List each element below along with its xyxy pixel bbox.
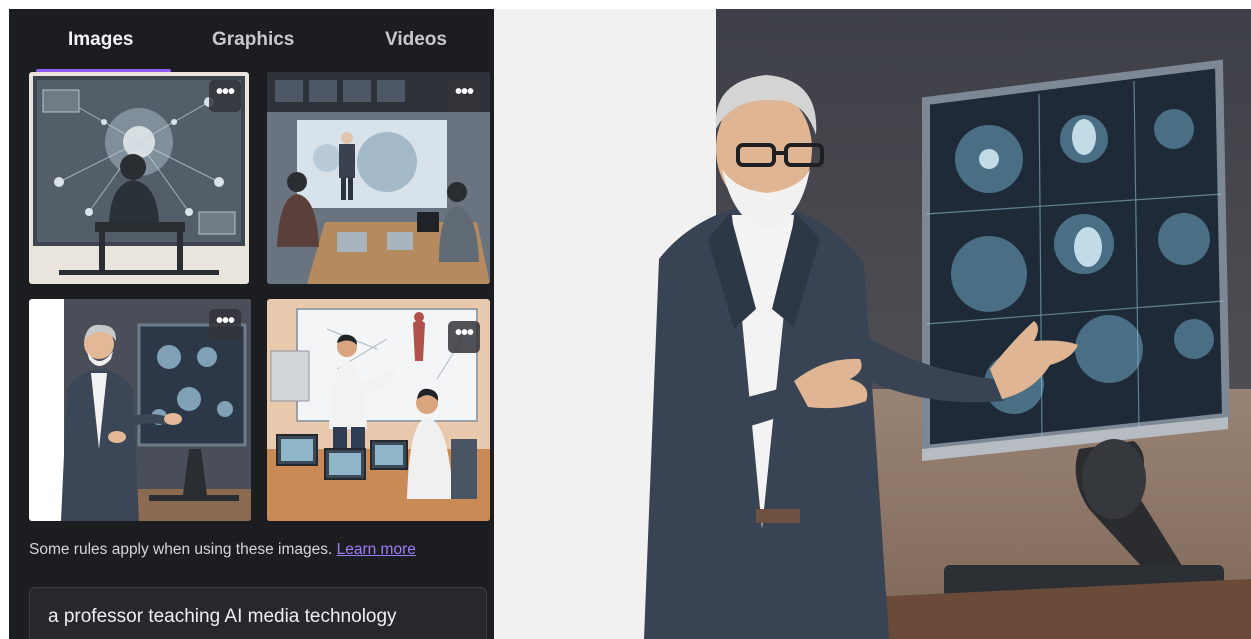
result-lab-teaching-computers[interactable]: ••• bbox=[267, 299, 490, 521]
learn-more-link[interactable]: Learn more bbox=[337, 541, 416, 558]
more-options-button[interactable]: ••• bbox=[448, 321, 480, 353]
usage-notice-text: Some rules apply when using these images… bbox=[29, 541, 333, 558]
prompt-input[interactable]: a professor teaching AI media technology bbox=[29, 587, 487, 639]
media-tabs: Images Graphics Videos bbox=[9, 9, 495, 73]
tab-graphics[interactable]: Graphics bbox=[212, 29, 294, 51]
selected-image-preview bbox=[494, 9, 1251, 639]
more-options-button[interactable]: ••• bbox=[209, 309, 241, 341]
result-professor-gesturing-monitor[interactable]: ••• bbox=[29, 299, 251, 521]
more-options-button[interactable]: ••• bbox=[448, 80, 480, 112]
tab-images[interactable]: Images bbox=[68, 29, 133, 51]
prompt-input-value: a professor teaching AI media technology bbox=[48, 606, 397, 627]
usage-notice: Some rules apply when using these images… bbox=[29, 541, 416, 559]
tab-videos[interactable]: Videos bbox=[385, 29, 447, 51]
image-generator-panel: Images Graphics Videos ••• ••• ••• ••• S… bbox=[9, 9, 495, 639]
result-classroom-presentation[interactable]: ••• bbox=[267, 72, 490, 284]
preview-image bbox=[494, 9, 1251, 639]
more-options-button[interactable]: ••• bbox=[209, 80, 241, 112]
result-professor-network-screen[interactable]: ••• bbox=[29, 72, 249, 284]
